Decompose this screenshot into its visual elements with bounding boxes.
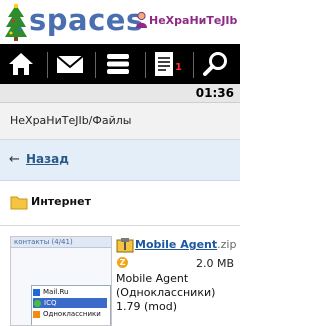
back-row: ← Назад <box>0 140 240 181</box>
home-icon <box>9 53 33 75</box>
search-icon <box>203 52 227 76</box>
username-link[interactable]: НеХраНиТеJIb <box>149 14 237 27</box>
file-size: 2.0 MB <box>195 257 234 270</box>
thumbnail-row: ICQ <box>44 299 57 307</box>
mail-button[interactable] <box>53 47 87 81</box>
home-button[interactable] <box>4 47 38 81</box>
file-thumbnail[interactable]: контакты (4/41) Mail.Ru ICQ Одноклассник… <box>10 236 112 326</box>
mail-icon <box>56 55 84 73</box>
notification-badge: 1 <box>175 62 182 73</box>
thumbnail-row: Одноклассники <box>43 310 101 318</box>
thumbnail-header: контакты (4/41) <box>14 238 73 246</box>
file-item: контакты (4/41) Mail.Ru ICQ Одноклассник… <box>0 226 240 326</box>
nav-bar <box>0 44 240 84</box>
menu-icon <box>107 54 129 74</box>
breadcrumb: НеХраНиТеJIb/Файлы <box>0 103 240 140</box>
folder-icon <box>10 196 28 210</box>
back-arrow-icon: ← <box>9 152 20 167</box>
search-button[interactable] <box>199 47 233 81</box>
menu-button[interactable] <box>101 47 135 81</box>
breadcrumb-text: НеХраНиТеJIb/Файлы <box>10 114 132 127</box>
icq-icon <box>34 299 41 307</box>
back-link[interactable]: Назад <box>26 152 69 166</box>
status-bar: 01:36 <box>0 84 240 103</box>
file-link[interactable]: Mobile Agent <box>135 238 217 251</box>
zip-badge-icon: Z <box>117 257 128 268</box>
archive-icon <box>116 238 134 253</box>
site-logo[interactable]: spaces <box>29 3 144 37</box>
clock: 01:36 <box>195 86 234 100</box>
mailru-icon <box>33 288 40 296</box>
user-icon <box>136 11 147 28</box>
odnoklassniki-icon <box>33 310 40 318</box>
christmas-tree-icon <box>5 3 27 41</box>
folder-title: Интернет <box>31 195 91 208</box>
file-name: Mobile Agent.zip <box>135 238 236 251</box>
file-description: Mobile Agent (Одноклассники) 1.79 (mod) <box>116 272 216 313</box>
folder-header: Интернет <box>0 181 240 226</box>
header: spaces НеХраНиТеJIb <box>0 0 240 44</box>
thumbnail-row: Mail.Ru <box>43 288 69 296</box>
file-extension: .zip <box>217 238 237 251</box>
